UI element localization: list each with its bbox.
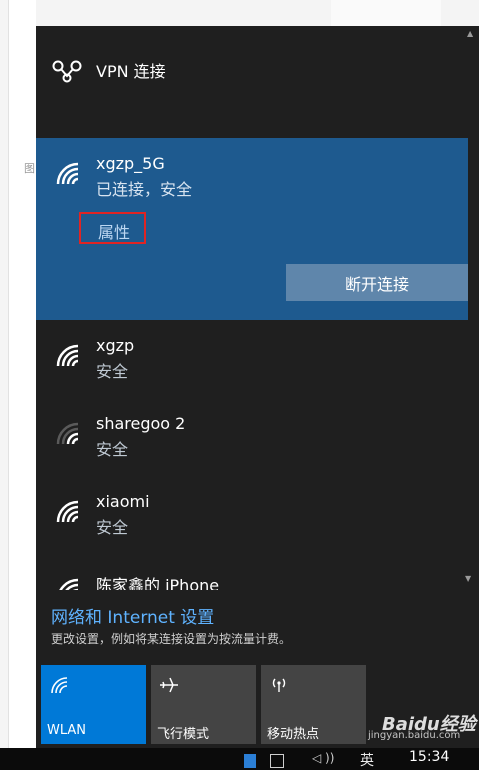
clock-time[interactable]: 15:34	[409, 749, 449, 765]
disconnect-button[interactable]: 断开连接	[286, 264, 468, 301]
network-status: 安全	[96, 362, 129, 381]
vpn-label: VPN 连接	[96, 62, 166, 81]
notification-icon[interactable]	[270, 754, 284, 768]
network-settings-description: 更改设置，例如将某连接设置为按流量计费。	[51, 632, 292, 646]
properties-link[interactable]: 属性	[79, 212, 146, 244]
network-status: 安全	[96, 440, 129, 459]
quick-action-mobile-hotspot[interactable]: 移动热点	[261, 665, 366, 744]
properties-label: 属性	[98, 223, 131, 242]
wifi-signal-icon	[59, 578, 79, 590]
background-top	[36, 0, 479, 26]
network-name: sharegoo 2	[96, 414, 186, 433]
watermark-url: jingyan.baidu.com	[368, 730, 461, 741]
input-method-indicator[interactable]: 英	[360, 750, 374, 770]
network-status: 安全	[96, 518, 129, 537]
vpn-icon	[52, 60, 82, 83]
network-item-xiaomi[interactable]: xiaomi 安全	[36, 482, 468, 560]
network-item-iphone[interactable]: 陈家鑫的 iPhone	[36, 560, 468, 590]
watermark: Baidu经验 jingyan.baidu.com	[368, 710, 476, 741]
quick-action-airplane-mode[interactable]: 飞行模式	[151, 665, 256, 744]
taskbar: ◁ )) 英 15:34	[0, 748, 479, 770]
network-settings-link[interactable]: 网络和 Internet 设置	[51, 603, 214, 628]
scroll-up-arrow-icon[interactable]: ▲	[467, 29, 473, 39]
show-hidden-icons-icon[interactable]	[244, 754, 256, 768]
network-item-sharegoo-2[interactable]: sharegoo 2 安全	[36, 404, 468, 482]
volume-icon[interactable]: ◁ ))	[312, 751, 334, 765]
quick-action-label: 飞行模式	[157, 727, 210, 742]
wifi-signal-icon	[56, 500, 79, 523]
quick-action-label: WLAN	[47, 723, 87, 738]
vpn-connection[interactable]: VPN 连接	[36, 26, 466, 138]
network-item-selected[interactable]: xgzp_5G 已连接，安全 属性 断开连接	[36, 138, 468, 320]
network-name: xgzp_5G	[96, 154, 165, 173]
wifi-signal-icon	[56, 344, 79, 367]
quick-action-wlan[interactable]: WLAN	[41, 665, 146, 744]
wifi-weak-signal-icon	[56, 422, 79, 445]
wifi-icon	[51, 677, 68, 694]
network-name: 陈家鑫的 iPhone	[96, 576, 220, 590]
background-page: 图	[0, 0, 37, 748]
network-flyout: ▲ ▼ VPN 连接 xgzp_5G 已连接，安全 属性 断开连接 xgzp 安…	[36, 26, 479, 748]
network-status: 已连接，安全	[96, 180, 193, 199]
airplane-icon	[160, 677, 178, 693]
wifi-signal-icon	[56, 162, 79, 185]
network-item-xgzp[interactable]: xgzp 安全	[36, 326, 468, 404]
network-name: xgzp	[96, 336, 135, 355]
background-char: 图	[24, 162, 35, 175]
hotspot-icon	[272, 678, 286, 692]
quick-action-label: 移动热点	[267, 727, 320, 742]
document-page	[8, 0, 37, 748]
network-name: xiaomi	[96, 492, 150, 511]
